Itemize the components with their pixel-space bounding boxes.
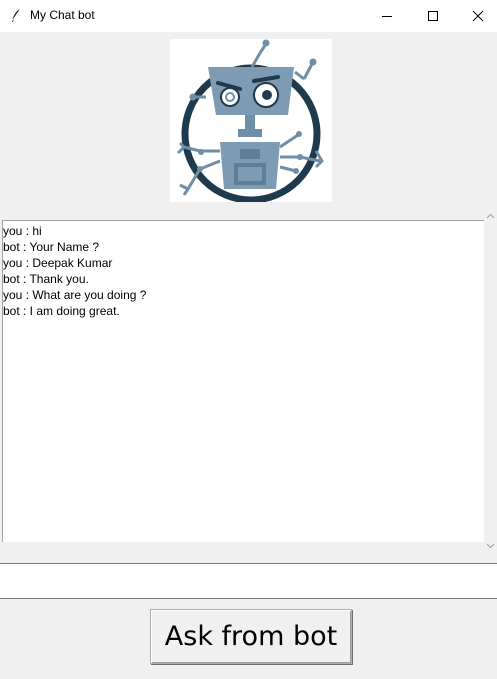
ask-from-bot-button[interactable]: Ask from bot bbox=[150, 609, 352, 664]
close-button[interactable] bbox=[455, 0, 497, 32]
chat-message: you : hi bbox=[3, 224, 42, 238]
minimize-button[interactable] bbox=[364, 0, 410, 32]
chat-message: you : What are you doing ? bbox=[3, 288, 147, 302]
scroll-down-icon[interactable] bbox=[486, 541, 495, 550]
close-icon bbox=[472, 10, 484, 22]
chat-message: bot : I am doing great. bbox=[3, 304, 120, 318]
chat-message: you : Deepak Kumar bbox=[3, 256, 113, 270]
minimize-icon bbox=[382, 16, 392, 17]
chat-message: bot : Your Name ? bbox=[3, 240, 100, 254]
robot-logo bbox=[170, 39, 332, 204]
chat-scrollbar[interactable] bbox=[484, 210, 497, 552]
chat-log[interactable]: you : hi bot : Your Name ? you : Deepak Ku… bbox=[2, 220, 484, 542]
chat-messages: you : hi bot : Your Name ? you : Deepak Ku… bbox=[3, 223, 146, 319]
window-title: My Chat bot bbox=[30, 8, 95, 22]
maximize-button[interactable] bbox=[410, 0, 456, 32]
maximize-icon bbox=[428, 11, 438, 21]
title-bar: My Chat bot bbox=[0, 0, 497, 32]
message-input[interactable] bbox=[0, 563, 497, 599]
chat-message: bot : Thank you. bbox=[3, 272, 89, 286]
feather-icon bbox=[9, 8, 23, 24]
robot-icon bbox=[176, 39, 324, 204]
scroll-up-icon[interactable] bbox=[486, 212, 495, 221]
